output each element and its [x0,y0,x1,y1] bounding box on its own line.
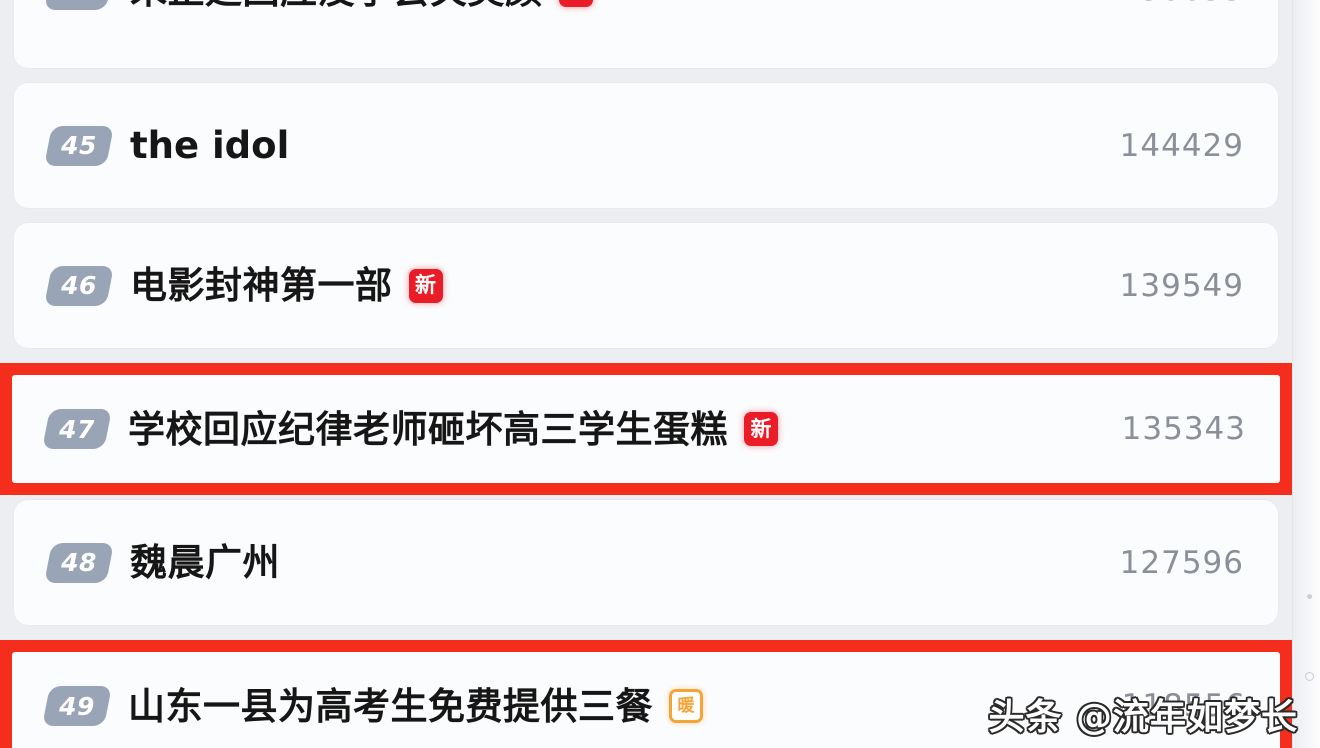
hot-search-title[interactable]: 电影封神第一部 [130,267,393,304]
hot-search-title[interactable]: 魏晨广州 [130,544,280,581]
hot-value: 127596 [1119,544,1244,581]
list-item[interactable]: 48 魏晨广州 127596 [0,500,1292,625]
hot-search-card[interactable]: 45 the idol 144429 [14,83,1278,208]
list-item[interactable]: 44 朱正廷回应没学会关美颜 新 150655 [0,0,1292,68]
rank-number: 47 [59,414,95,444]
new-tag-icon: 新 [558,0,593,7]
hot-search-card[interactable]: 48 魏晨广州 127596 [14,500,1278,625]
hot-search-list: 44朱正廷回应没学会关美颜新15065545the idol14442946电影… [0,0,1292,748]
list-item[interactable]: 46 电影封神第一部新 139549 [0,223,1292,348]
rank-badge: 44 [44,0,114,10]
hot-value: 150655 [1120,0,1244,8]
row-frame: 44 朱正廷回应没学会关美颜 新 150655 [14,0,1278,68]
hot-search-title[interactable]: 山东一县为高考生免费提供三餐 [128,688,653,725]
rank-number: 44 [48,0,110,10]
rank-number: 45 [61,131,97,160]
watermark: 头条 @流年如梦长 [988,697,1298,738]
hot-value: 139549 [1119,267,1244,304]
card-content: 46 电影封神第一部新 139549 [44,265,1244,306]
hot-search-title[interactable]: 学校回应纪律老师砸坏高三学生蛋糕 [128,411,728,448]
hot-search-card[interactable]: 46 电影封神第一部新 139549 [14,223,1278,348]
list-item[interactable]: 45 the idol 144429 [0,83,1292,208]
rank-badge: 46 [44,265,114,306]
hot-search-title[interactable]: 朱正廷回应没学会关美颜 [130,0,543,9]
row-frame: 45 the idol 144429 [14,83,1278,208]
highlight-frame: 47 学校回应纪律老师砸坏高三学生蛋糕新 135343 [0,363,1292,495]
hot-search-screen: 44朱正廷回应没学会关美颜新15065545the idol14442946电影… [0,0,1320,748]
warm-tag-icon: 暖 [669,689,703,723]
rank-badge: 45 [44,125,114,166]
gutter-dot-icon [1307,594,1312,599]
rank-number: 49 [59,691,95,721]
scroll-gutter[interactable] [1292,0,1320,748]
hot-search-card[interactable]: 47 学校回应纪律老师砸坏高三学生蛋糕新 135343 [12,375,1280,483]
gutter-circle-icon [1305,672,1314,681]
hot-value: 135343 [1121,411,1246,447]
rank-badge: 48 [44,542,114,583]
row-frame: 48 魏晨广州 127596 [14,500,1278,625]
new-tag-icon: 新 [744,412,778,446]
card-content: 48 魏晨广州 127596 [44,542,1244,583]
hot-value: 144429 [1119,127,1244,164]
card-content: 45 the idol 144429 [44,125,1244,166]
row-frame: 46 电影封神第一部新 139549 [14,223,1278,348]
card-content: 44 朱正廷回应没学会关美颜 新 150655 [44,0,1244,10]
rank-badge: 49 [42,686,112,726]
rank-badge: 47 [42,409,112,449]
rank-number: 46 [61,271,97,300]
new-tag-icon: 新 [408,268,443,303]
rank-number: 48 [61,548,97,577]
hot-search-card[interactable]: 44 朱正廷回应没学会关美颜 新 150655 [14,0,1278,68]
list-item[interactable]: 47 学校回应纪律老师砸坏高三学生蛋糕新 135343 [0,363,1292,495]
card-content: 47 学校回应纪律老师砸坏高三学生蛋糕新 135343 [42,409,1246,449]
hot-search-title[interactable]: the idol [130,127,289,164]
